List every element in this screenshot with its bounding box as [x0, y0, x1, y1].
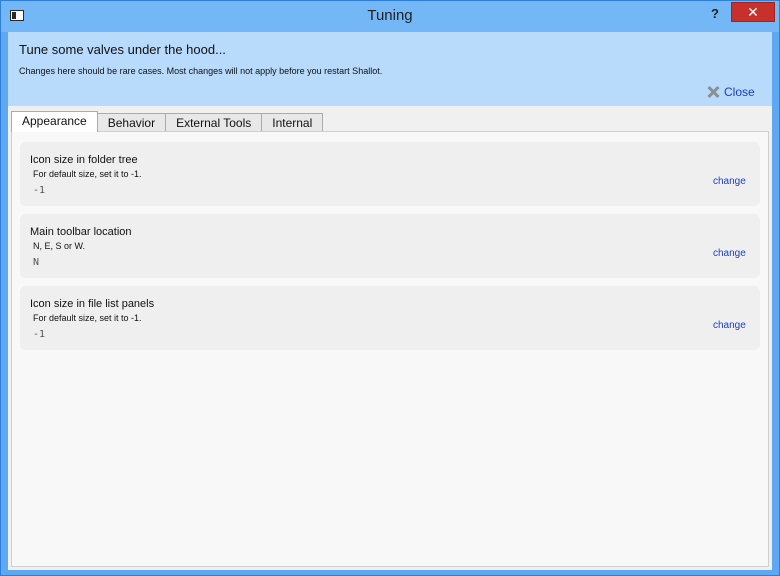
close-icon: [707, 86, 719, 98]
change-link[interactable]: change: [713, 248, 746, 259]
setting-description: For default size, set it to -1.: [33, 169, 142, 179]
tab-behavior[interactable]: Behavior: [96, 113, 167, 131]
setting-title: Icon size in folder tree: [30, 154, 138, 166]
setting-description: For default size, set it to -1.: [33, 313, 142, 323]
window-close-button[interactable]: ✕: [731, 2, 775, 22]
help-button[interactable]: ?: [705, 5, 725, 23]
setting-value: -1: [33, 185, 46, 196]
header-title: Tune some valves under the hood...: [19, 42, 226, 57]
window-title: Tuning: [367, 7, 413, 24]
tab-bar: Appearance Behavior External Tools Inter…: [11, 111, 324, 132]
tab-external-tools[interactable]: External Tools: [165, 113, 263, 131]
setting-title: Main toolbar location: [30, 226, 132, 238]
info-header: Tune some valves under the hood... Chang…: [8, 32, 772, 106]
close-button-label: Close: [724, 85, 755, 99]
change-link[interactable]: change: [713, 176, 746, 187]
change-link[interactable]: change: [713, 320, 746, 331]
appearance-panel: Icon size in folder tree For default siz…: [11, 131, 769, 567]
header-subtitle: Changes here should be rare cases. Most …: [19, 66, 383, 76]
setting-card-file-list-icon-size: Icon size in file list panels For defaul…: [20, 286, 760, 350]
setting-value: -1: [33, 329, 46, 340]
setting-title: Icon size in file list panels: [30, 298, 155, 310]
setting-value: N: [33, 257, 40, 268]
tuning-window: Tuning ? ✕ Tune some valves under the ho…: [0, 0, 780, 576]
tab-internal[interactable]: Internal: [261, 113, 324, 131]
tab-appearance[interactable]: Appearance: [11, 111, 98, 132]
setting-card-folder-tree-icon-size: Icon size in folder tree For default siz…: [20, 142, 760, 206]
setting-card-toolbar-location: Main toolbar location N, E, S or W. N ch…: [20, 214, 760, 278]
setting-description: N, E, S or W.: [33, 241, 86, 251]
close-button[interactable]: Close: [707, 84, 755, 100]
title-bar[interactable]: Tuning ? ✕: [1, 1, 779, 32]
dialog-body: Tune some valves under the hood... Chang…: [8, 32, 772, 570]
